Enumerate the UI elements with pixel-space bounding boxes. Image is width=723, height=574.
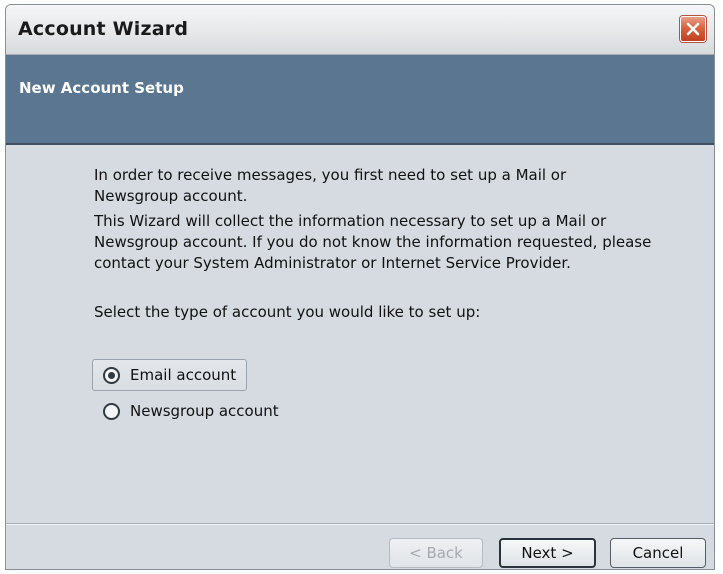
account-wizard-window: Account Wizard New Account Setup In orde… bbox=[5, 4, 715, 570]
radio-dot bbox=[108, 371, 115, 379]
intro-text: In order to receive messages, you first … bbox=[94, 166, 567, 205]
back-button[interactable]: < Back bbox=[389, 538, 483, 568]
close-x-icon bbox=[686, 22, 700, 36]
radio-button-selected-icon[interactable] bbox=[103, 366, 120, 384]
next-button[interactable]: Next > bbox=[499, 538, 596, 568]
wizard-content: In order to receive messages, you first … bbox=[6, 145, 714, 523]
wizard-header-banner: New Account Setup bbox=[6, 55, 714, 145]
window-title: Account Wizard bbox=[18, 18, 189, 40]
radio-email-label: Email account bbox=[130, 366, 237, 384]
radio-newsgroup-label: Newsgroup account bbox=[130, 402, 279, 420]
info-text: This Wizard will collect the information… bbox=[94, 212, 652, 272]
close-button[interactable] bbox=[680, 16, 706, 42]
title-bar[interactable]: Account Wizard bbox=[6, 5, 714, 55]
cancel-button[interactable]: Cancel bbox=[610, 538, 706, 568]
footer-separator bbox=[6, 523, 714, 525]
account-type-prompt: Select the type of account you would lik… bbox=[94, 303, 481, 321]
page-title: New Account Setup bbox=[19, 79, 184, 97]
radio-button-unselected-icon[interactable] bbox=[103, 402, 120, 420]
radio-newsgroup-account[interactable]: Newsgroup account bbox=[92, 395, 290, 427]
radio-email-account[interactable]: Email account bbox=[92, 359, 248, 391]
